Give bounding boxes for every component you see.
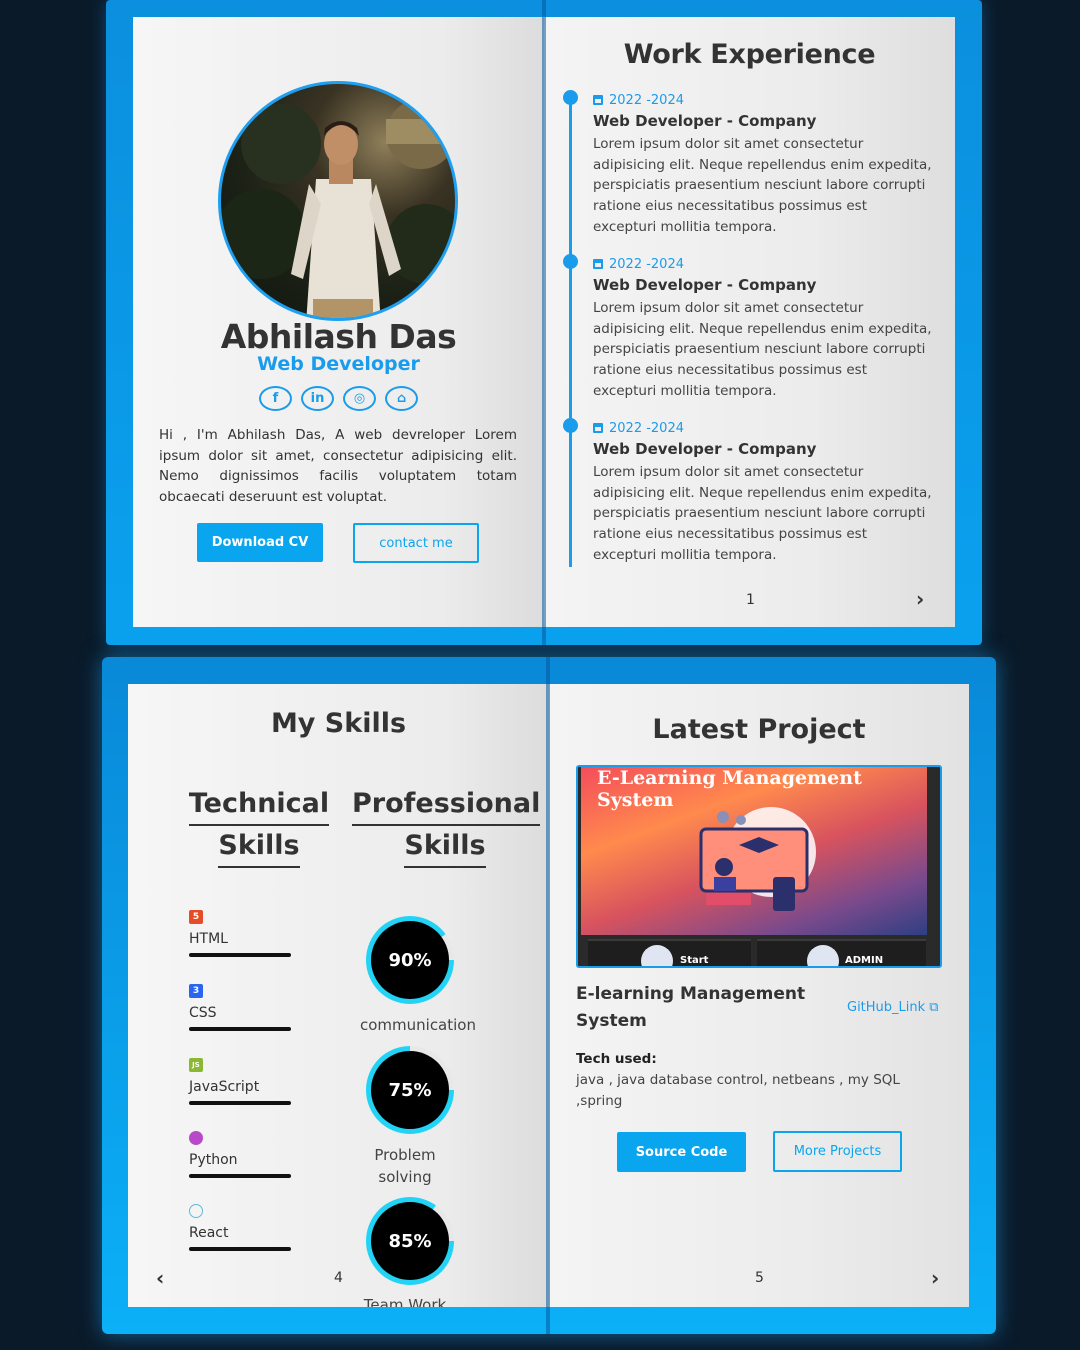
progress-percent: 90%: [371, 921, 449, 999]
experience-item: 2022 -2024 Web Developer - Company Lorem…: [593, 254, 933, 402]
work-experience-page: Work Experience 2022 -2024 Web Developer…: [544, 17, 955, 627]
tech-skill-name: Python: [189, 1152, 238, 1168]
experience-item: 2022 -2024 Web Developer - Company Lorem…: [593, 90, 933, 238]
progress-label: Problem solving: [374, 1146, 436, 1186]
arrow-right-icon: [807, 945, 839, 966]
html5-icon: 5: [189, 910, 203, 924]
prev-page-arrow[interactable]: ‹: [156, 1266, 164, 1290]
skill-bar: [189, 953, 291, 957]
social-links: f in ◎ ⌂: [259, 386, 418, 411]
start-button[interactable]: Start: [588, 939, 751, 966]
book-spread-top: Abhilash Das Web Developer f in ◎ ⌂ Hi ,…: [106, 0, 982, 645]
progress-ring: 85%: [366, 1197, 454, 1285]
calendar-icon: [593, 259, 603, 269]
profile-role: Web Developer: [257, 353, 420, 375]
page-title: Work Experience: [623, 39, 876, 70]
progress-ring: 75%: [366, 1046, 454, 1134]
book-spine: [546, 657, 550, 1334]
css3-icon: 3: [189, 984, 203, 998]
instagram-icon[interactable]: ◎: [343, 386, 376, 411]
timeline-line: [569, 97, 572, 567]
skill-bar: [189, 1174, 291, 1178]
timeline-dot: [563, 254, 578, 269]
tech-skill-name: HTML: [189, 931, 228, 947]
facebook-icon[interactable]: f: [259, 386, 292, 411]
profile-bio: Hi , I'm Abhilash Das, A web devreloper …: [159, 427, 517, 505]
tech-skill-item: Python: [189, 1131, 339, 1178]
experience-description: Lorem ipsum dolor sit amet consectetur a…: [593, 136, 932, 235]
download-cv-button[interactable]: Download CV: [197, 523, 323, 562]
project-name: E-learning Management System: [576, 984, 806, 1031]
page-number: 5: [755, 1270, 764, 1286]
profile-name: Abhilash Das: [220, 317, 457, 356]
start-label: Start: [680, 955, 709, 966]
book-spread-bottom: My Skills Technical Skills Professional …: [102, 657, 996, 1334]
skills-page: My Skills Technical Skills Professional …: [128, 684, 549, 1307]
more-projects-button[interactable]: More Projects: [773, 1131, 902, 1172]
project-image: E-Learning Management System: [581, 767, 927, 935]
python-icon: [189, 1131, 203, 1145]
page-title: My Skills: [270, 708, 407, 739]
experience-title: Web Developer - Company: [593, 112, 817, 130]
tech-skill-item: JS JavaScript: [189, 1058, 339, 1105]
avatar: [218, 81, 458, 321]
progress-label: Team Work: [363, 1296, 447, 1307]
page-number: 4: [334, 1270, 343, 1286]
source-code-button[interactable]: Source Code: [617, 1132, 746, 1172]
admin-button[interactable]: ADMIN: [757, 939, 926, 966]
project-screenshot[interactable]: E-Learning Management System Start ADMIN: [576, 765, 942, 968]
page-number: 1: [746, 592, 755, 608]
tech-skill-name: React: [189, 1225, 229, 1241]
technical-skills-heading: Technical Skills: [179, 784, 339, 868]
experience-date: 2022 -2024: [609, 256, 684, 272]
experience-title: Web Developer - Company: [593, 276, 817, 294]
book-spine: [542, 0, 546, 645]
tech-used: Tech used: java , java database control,…: [576, 1049, 916, 1112]
tech-skill-name: CSS: [189, 1005, 217, 1021]
professional-skills-heading: Professional Skills: [352, 784, 541, 868]
calendar-icon: [593, 95, 603, 105]
experience-item: 2022 -2024 Web Developer - Company Lorem…: [593, 418, 933, 566]
latest-project-page: Latest Project E-Learning Management Sys…: [549, 684, 969, 1307]
tech-skill-item: 5 HTML: [189, 910, 339, 957]
react-icon: [189, 1204, 203, 1218]
admin-label: ADMIN: [845, 955, 884, 966]
tech-skill-item: React: [189, 1204, 339, 1251]
contact-me-button[interactable]: contact me: [353, 523, 479, 563]
next-page-arrow[interactable]: ›: [916, 587, 924, 611]
javascript-icon: JS: [189, 1058, 203, 1072]
project-image-title: E-Learning Management System: [597, 767, 862, 811]
experience-date: 2022 -2024: [609, 420, 684, 436]
experience-title: Web Developer - Company: [593, 440, 817, 458]
profile-page: Abhilash Das Web Developer f in ◎ ⌂ Hi ,…: [133, 17, 544, 627]
progress-label: communication: [359, 1016, 476, 1034]
next-page-arrow[interactable]: ›: [931, 1266, 939, 1290]
timeline-dot: [563, 418, 578, 433]
github-link[interactable]: GitHub_Link ⧉: [847, 1000, 939, 1015]
skill-bar: [189, 1247, 291, 1251]
linkedin-icon[interactable]: in: [301, 386, 334, 411]
github-icon[interactable]: ⌂: [385, 386, 418, 411]
calendar-icon: [593, 423, 603, 433]
tech-skill-name: JavaScript: [189, 1079, 260, 1095]
skill-bar: [189, 1027, 291, 1031]
progress-percent: 75%: [371, 1051, 449, 1129]
experience-description: Lorem ipsum dolor sit amet consectetur a…: [593, 464, 932, 563]
timeline-dot: [563, 90, 578, 105]
tech-skill-item: 3 CSS: [189, 984, 339, 1031]
external-link-icon: ⧉: [925, 1000, 939, 1015]
progress-percent: 85%: [371, 1202, 449, 1280]
skill-bar: [189, 1101, 291, 1105]
experience-description: Lorem ipsum dolor sit amet consectetur a…: [593, 300, 932, 399]
progress-ring: 90%: [366, 916, 454, 1004]
experience-date: 2022 -2024: [609, 92, 684, 108]
tech-used-label: Tech used:: [576, 1051, 657, 1067]
tech-used-list: java , java database control, netbeans ,…: [576, 1072, 900, 1109]
page-title: Latest Project: [652, 714, 866, 745]
arrow-right-icon: [641, 945, 673, 966]
